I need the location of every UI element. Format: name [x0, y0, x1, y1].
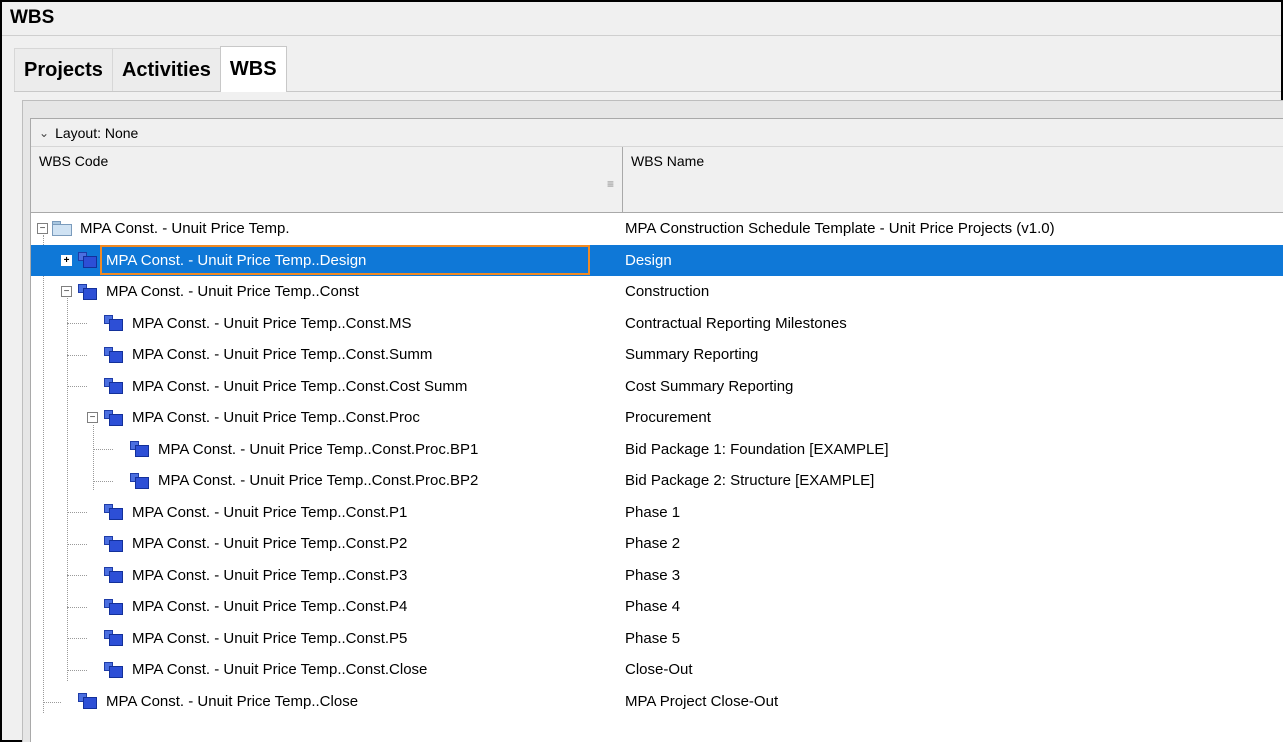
wbs-name-cell: Design — [625, 251, 672, 269]
table-row[interactable]: − MPA Const. - Unuit Price Temp. MPA Con… — [31, 213, 1283, 245]
wbs-node-icon — [128, 472, 150, 490]
table-row[interactable]: MPA Const. - Unuit Price Temp..Const.Cos… — [31, 371, 1283, 403]
wbs-node-icon — [76, 692, 98, 710]
wbs-node-icon — [102, 409, 124, 427]
wbs-name-cell: Bid Package 1: Foundation [EXAMPLE] — [625, 440, 889, 458]
collapse-toggle[interactable]: − — [87, 412, 98, 424]
wbs-name-cell: Contractual Reporting Milestones — [625, 314, 847, 332]
grid-rows: − MPA Const. - Unuit Price Temp. MPA Con… — [31, 213, 1283, 717]
wbs-name-cell: Procurement — [625, 409, 711, 427]
wbs-code-cell: MPA Const. - Unuit Price Temp..Const.P1 — [132, 503, 408, 521]
wbs-name-cell: Construction — [625, 283, 710, 301]
wbs-name-cell: Close-Out — [625, 661, 693, 679]
wbs-grid: ⌄ Layout: None WBS Code ≡ WBS Name − MPA… — [30, 118, 1283, 742]
wbs-name-cell: MPA Construction Schedule Template - Uni… — [625, 220, 1055, 238]
tab-divider — [14, 91, 1281, 92]
wbs-node-icon — [102, 535, 124, 553]
wbs-code-cell: MPA Const. - Unuit Price Temp..Const.P5 — [132, 629, 408, 647]
table-row[interactable]: MPA Const. - Unuit Price Temp..Const.P4 … — [31, 591, 1283, 623]
folder-icon — [52, 221, 72, 237]
wbs-name-cell: Bid Package 2: Structure [EXAMPLE] — [625, 472, 875, 490]
column-header-wbs-name[interactable]: WBS Name — [623, 147, 1283, 213]
title-bar: WBS — [2, 2, 1281, 36]
table-row[interactable]: MPA Const. - Unuit Price Temp..Const.Pro… — [31, 465, 1283, 497]
wbs-code-cell: MPA Const. - Unuit Price Temp..Const.P3 — [132, 566, 408, 584]
wbs-name-cell: Phase 1 — [625, 503, 681, 521]
tab-wbs[interactable]: WBS — [219, 46, 287, 92]
chevron-down-icon[interactable]: ⌄ — [39, 126, 49, 140]
table-row[interactable]: MPA Const. - Unuit Price Temp..Const.P1 … — [31, 497, 1283, 529]
column-resize-icon[interactable]: ≡ — [607, 177, 614, 191]
collapse-toggle[interactable]: − — [61, 286, 72, 298]
wbs-name-cell: Phase 3 — [625, 566, 681, 584]
table-row[interactable]: MPA Const. - Unuit Price Temp..Const.Sum… — [31, 339, 1283, 371]
wbs-code-cell: MPA Const. - Unuit Price Temp..Const.Clo… — [132, 661, 428, 679]
table-row[interactable]: MPA Const. - Unuit Price Temp..Close MPA… — [31, 686, 1283, 718]
wbs-code-cell: MPA Const. - Unuit Price Temp. — [80, 220, 290, 238]
wbs-node-icon — [76, 283, 98, 301]
grid-header: WBS Code ≡ WBS Name — [31, 147, 1283, 213]
table-row[interactable]: MPA Const. - Unuit Price Temp..Const.P5 … — [31, 623, 1283, 655]
wbs-node-icon — [102, 661, 124, 679]
wbs-name-cell: Phase 2 — [625, 535, 681, 553]
wbs-node-icon — [76, 251, 98, 269]
wbs-code-cell: MPA Const. - Unuit Price Temp..Const — [106, 283, 359, 301]
wbs-node-icon — [102, 346, 124, 364]
column-header-wbs-name-label: WBS Name — [631, 153, 705, 169]
table-row-selected[interactable]: + MPA Const. - Unuit Price Temp..Design … — [31, 244, 1283, 276]
wbs-name-cell: Phase 5 — [625, 629, 681, 647]
tab-projects[interactable]: Projects — [14, 48, 113, 92]
wbs-code-cell: MPA Const. - Unuit Price Temp..Const.Pro… — [158, 472, 479, 490]
wbs-code-cell: MPA Const. - Unuit Price Temp..Const.MS — [132, 314, 412, 332]
expand-toggle[interactable]: + — [61, 254, 72, 266]
wbs-code-cell: MPA Const. - Unuit Price Temp..Const.Pro… — [158, 440, 479, 458]
table-row[interactable]: − MPA Const. - Unuit Price Temp..Const C… — [31, 276, 1283, 308]
table-row[interactable]: MPA Const. - Unuit Price Temp..Const.P3 … — [31, 560, 1283, 592]
tab-activities[interactable]: Activities — [111, 48, 221, 92]
wbs-node-icon — [102, 503, 124, 521]
wbs-node-icon — [102, 629, 124, 647]
table-row[interactable]: MPA Const. - Unuit Price Temp..Const.P2 … — [31, 528, 1283, 560]
table-row[interactable]: MPA Const. - Unuit Price Temp..Const.MS … — [31, 308, 1283, 340]
wbs-code-cell: MPA Const. - Unuit Price Temp..Const.P2 — [132, 535, 408, 553]
wbs-code-cell[interactable]: MPA Const. - Unuit Price Temp..Design — [100, 245, 590, 276]
table-row[interactable]: MPA Const. - Unuit Price Temp..Const.Clo… — [31, 654, 1283, 686]
wbs-node-icon — [102, 377, 124, 395]
wbs-code-cell: MPA Const. - Unuit Price Temp..Close — [106, 692, 359, 710]
wbs-code-cell: MPA Const. - Unuit Price Temp..Const.Sum… — [132, 346, 433, 364]
wbs-name-cell: MPA Project Close-Out — [625, 692, 779, 710]
wbs-node-icon — [102, 314, 124, 332]
window-frame: WBS Projects Activities WBS ⌄ Layout: No… — [0, 0, 1283, 742]
window-title: WBS — [10, 7, 55, 28]
column-header-wbs-code[interactable]: WBS Code ≡ — [31, 147, 623, 213]
wbs-code-cell: MPA Const. - Unuit Price Temp..Const.Pro… — [132, 409, 420, 427]
wbs-code-cell: MPA Const. - Unuit Price Temp..Const.P4 — [132, 598, 408, 616]
wbs-node-icon — [128, 440, 150, 458]
collapse-toggle[interactable]: − — [37, 223, 48, 235]
wbs-name-cell: Cost Summary Reporting — [625, 377, 794, 395]
wbs-name-cell: Phase 4 — [625, 598, 681, 616]
tab-strip: Projects Activities WBS — [14, 46, 287, 92]
wbs-node-icon — [102, 566, 124, 584]
wbs-node-icon — [102, 598, 124, 616]
wbs-code-cell: MPA Const. - Unuit Price Temp..Const.Cos… — [132, 377, 468, 395]
wbs-name-cell: Summary Reporting — [625, 346, 759, 364]
table-row[interactable]: MPA Const. - Unuit Price Temp..Const.Pro… — [31, 434, 1283, 466]
layout-bar[interactable]: ⌄ Layout: None — [31, 119, 1283, 147]
layout-label: Layout: None — [55, 124, 139, 141]
column-header-wbs-code-label: WBS Code — [39, 153, 109, 169]
table-row[interactable]: − MPA Const. - Unuit Price Temp..Const.P… — [31, 402, 1283, 434]
